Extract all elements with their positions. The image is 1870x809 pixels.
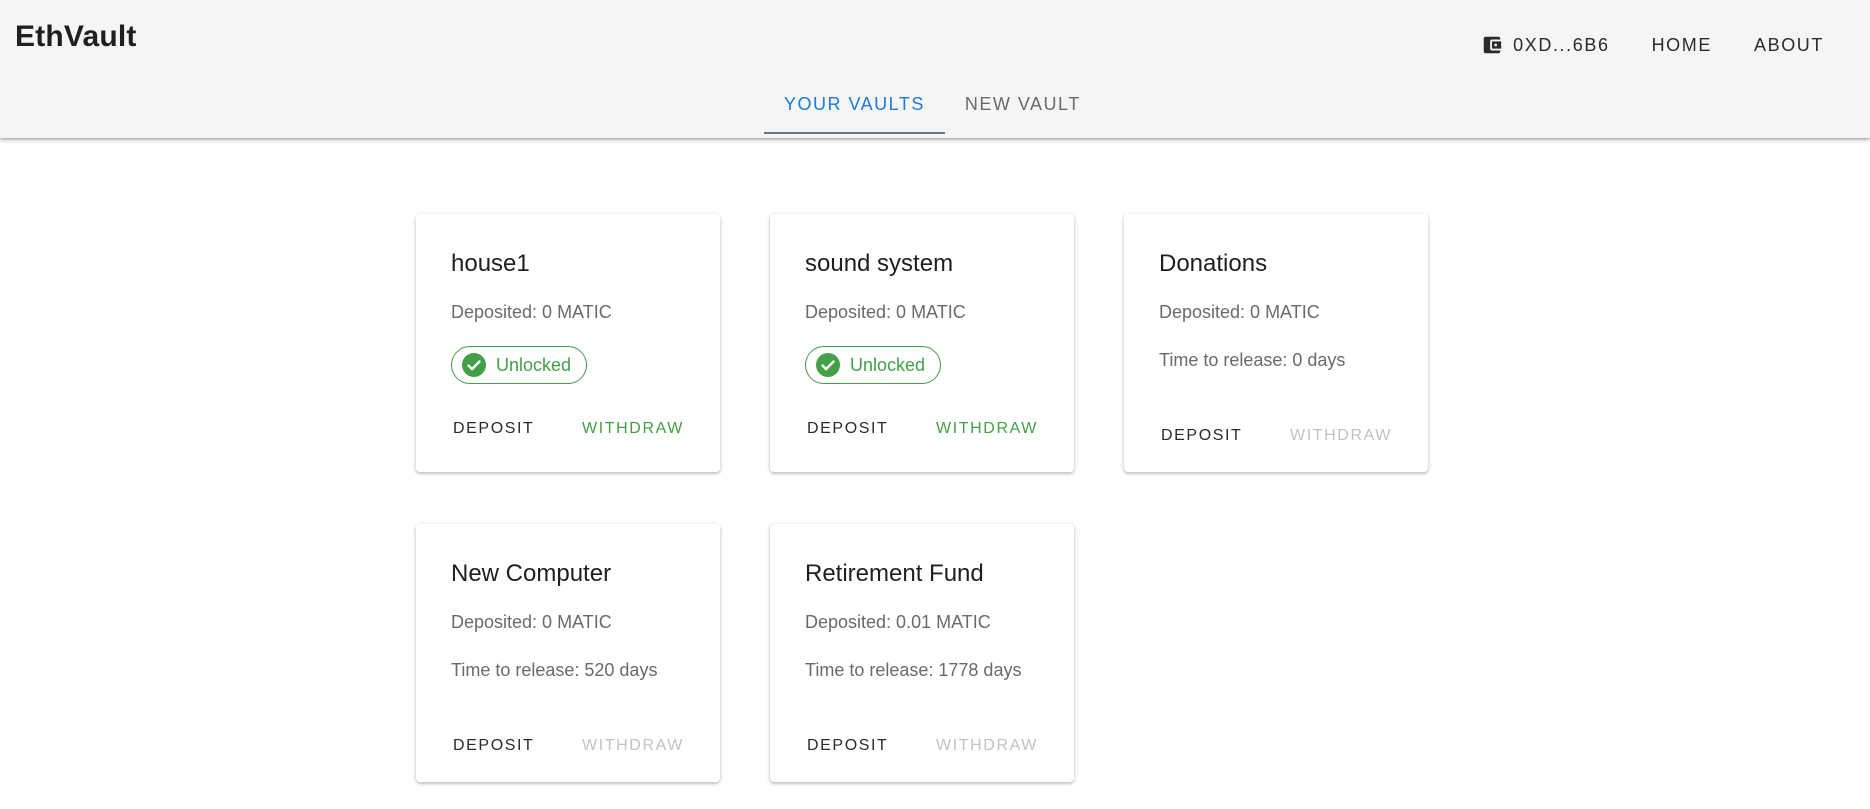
- card-actions: DEPOSIT WITHDRAW: [770, 420, 1074, 438]
- vault-card: New Computer Deposited: 0 MATIC Time to …: [416, 524, 720, 782]
- wallet-icon: [1483, 36, 1502, 54]
- about-button[interactable]: ABOUT: [1754, 35, 1824, 56]
- app-bar: EthVault 0XD...6B6 HOME ABOUT YOUR VAULT…: [0, 0, 1870, 138]
- tab-your-vaults[interactable]: YOUR VAULTS: [764, 76, 945, 134]
- vault-release-time: Time to release: 1778 days: [805, 660, 1022, 680]
- home-button[interactable]: HOME: [1652, 35, 1712, 56]
- vault-card: sound system Deposited: 0 MATIC Unlocked…: [770, 214, 1074, 472]
- card-actions: DEPOSIT WITHDRAW: [416, 737, 720, 755]
- tab-new-vault[interactable]: NEW VAULT: [945, 76, 1101, 134]
- tab-bar: YOUR VAULTS NEW VAULT: [764, 80, 1101, 138]
- vault-name: New Computer: [451, 560, 612, 587]
- vault-name: Donations: [1159, 250, 1268, 277]
- vault-deposited: Deposited: 0 MATIC: [805, 302, 966, 322]
- vault-deposited: Deposited: 0 MATIC: [451, 302, 612, 322]
- unlocked-badge: Unlocked: [805, 346, 942, 384]
- vault-release-time: Time to release: 0 days: [1159, 350, 1346, 370]
- status-label: Unlocked: [496, 354, 572, 375]
- card-actions: DEPOSIT WITHDRAW: [770, 737, 1074, 755]
- vault-card: Donations Deposited: 0 MATIC Time to rel…: [1124, 214, 1428, 472]
- vault-card: Retirement Fund Deposited: 0.01 MATIC Ti…: [770, 524, 1074, 782]
- vault-deposited: Deposited: 0 MATIC: [451, 612, 612, 632]
- deposit-button[interactable]: DEPOSIT: [807, 737, 888, 755]
- vault-name: house1: [451, 250, 530, 277]
- deposit-button[interactable]: DEPOSIT: [453, 420, 534, 438]
- status-label: Unlocked: [850, 354, 926, 375]
- card-actions: DEPOSIT WITHDRAW: [1124, 427, 1428, 445]
- vault-name: Retirement Fund: [805, 560, 984, 587]
- deposit-button[interactable]: DEPOSIT: [1161, 427, 1242, 445]
- nav-right: 0XD...6B6 HOME ABOUT: [1481, 30, 1824, 60]
- vault-card: house1 Deposited: 0 MATIC Unlocked DEPOS…: [416, 214, 720, 472]
- unlocked-badge: Unlocked: [451, 346, 588, 384]
- withdraw-button[interactable]: WITHDRAW: [582, 420, 684, 438]
- withdraw-button-disabled: WITHDRAW: [936, 737, 1038, 754]
- check-circle-icon: [462, 353, 486, 377]
- vault-release-time: Time to release: 520 days: [451, 660, 658, 680]
- deposit-button[interactable]: DEPOSIT: [807, 420, 888, 438]
- wallet-button[interactable]: 0XD...6B6: [1481, 34, 1609, 56]
- vault-name: sound system: [805, 250, 954, 277]
- vault-deposited: Deposited: 0 MATIC: [1159, 302, 1320, 322]
- deposit-button[interactable]: DEPOSIT: [453, 737, 534, 755]
- withdraw-button[interactable]: WITHDRAW: [936, 420, 1038, 438]
- card-actions: DEPOSIT WITHDRAW: [416, 420, 720, 438]
- withdraw-button-disabled: WITHDRAW: [582, 737, 684, 754]
- check-circle-icon: [816, 353, 840, 377]
- withdraw-button-disabled: WITHDRAW: [1290, 427, 1392, 444]
- brand-logo[interactable]: EthVault: [15, 20, 137, 54]
- wallet-address: 0XD...6B6: [1513, 34, 1610, 55]
- vault-deposited: Deposited: 0.01 MATIC: [805, 612, 991, 632]
